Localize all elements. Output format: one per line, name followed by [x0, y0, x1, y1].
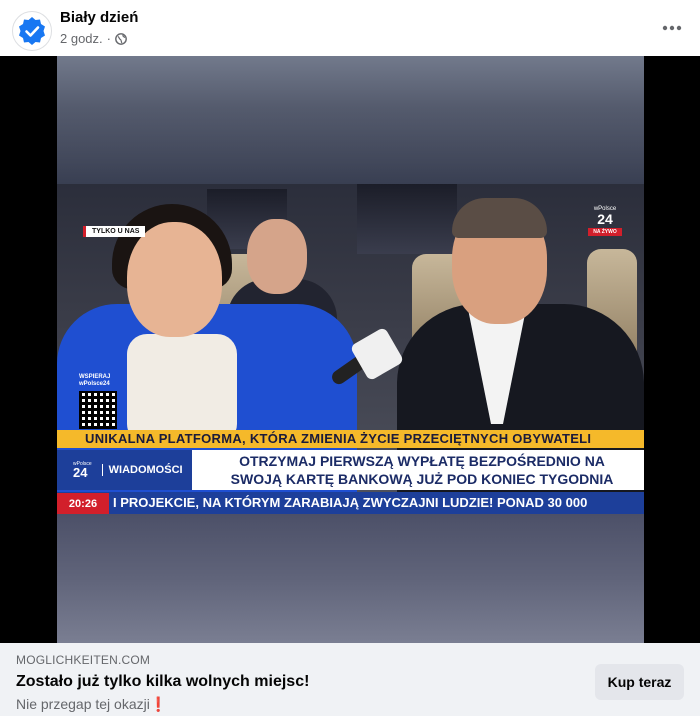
verified-check-icon [19, 17, 45, 45]
meta-separator: · [106, 31, 111, 46]
post-timestamp[interactable]: 2 godz. [60, 31, 103, 46]
ticker-bottom-text: I PROJEKCIE, NA KTÓRYM ZARABIAJĄ ZWYCZAJ… [113, 495, 588, 510]
headline-line-2: SWOJĄ KARTĘ BANKOWĄ JUŻ POD KONIEC TYGOD… [230, 471, 614, 487]
more-options-button[interactable] [656, 12, 688, 44]
ticker-bottom: 20:26 I PROJEKCIE, NA KTÓRYM ZARABIAJĄ ZW… [57, 492, 644, 514]
video-blur-bottom [57, 514, 644, 643]
video-player[interactable]: TYLKO U NAS wPolsce 24 NA ŻYWO WSPIERAJ … [0, 56, 700, 643]
reporter-face [127, 222, 222, 337]
page-avatar[interactable] [12, 11, 52, 51]
globe-icon[interactable] [115, 32, 127, 45]
video-blur-top [57, 56, 644, 184]
brand-logo: wPolsce 24 [73, 461, 92, 479]
post-header: Biały dzień 2 godz. · [0, 0, 700, 56]
section-label: WIADOMOŚCI [101, 464, 183, 476]
more-horizontal-icon [662, 25, 682, 31]
ticker-yellow: UNIKALNA PLATFORMA, KTÓRA ZMIENIA ŻYCIE … [57, 430, 644, 448]
channel-logo: wPolsce 24 NA ŻYWO [588, 206, 622, 236]
qr-label: WSPIERAJ wPolsce24 [79, 374, 111, 387]
exclusive-badge: TYLKO U NAS [83, 226, 146, 237]
interviewee-hair [452, 198, 547, 238]
headline-bar: wPolsce 24 WIADOMOŚCI OTRZYMAJ PIERWSZĄ … [57, 450, 644, 490]
reporter-blouse [127, 334, 237, 444]
page-name-link[interactable]: Biały dzień [60, 9, 138, 26]
background-passenger-head [247, 219, 307, 294]
headline: OTRZYMAJ PIERWSZĄ WYPŁATĘ BEZPOŚREDNIO N… [202, 450, 642, 490]
link-title[interactable]: Zostało już tylko kilka wolnych miejsc! [16, 673, 309, 691]
video-frame: TYLKO U NAS wPolsce 24 NA ŻYWO WSPIERAJ … [57, 184, 644, 514]
link-preview[interactable]: MOGLICHKEITEN.COM Zostało już tylko kilk… [0, 643, 700, 716]
qr-code-icon [79, 391, 117, 429]
bus-window [357, 184, 457, 254]
post-meta: 2 godz. · [60, 31, 127, 46]
link-description: Nie przegap tej okazji❗ [16, 696, 168, 712]
microphone-icon [349, 326, 405, 382]
headline-line-1: OTRZYMAJ PIERWSZĄ WYPŁATĘ BEZPOŚREDNIO N… [239, 453, 605, 469]
brand-box: wPolsce 24 WIADOMOŚCI [57, 450, 192, 490]
channel-logo-number: 24 [597, 211, 613, 227]
brand-logo-number: 24 [73, 465, 88, 480]
buy-now-button[interactable]: Kup teraz [595, 664, 684, 700]
live-badge: NA ŻYWO [588, 228, 622, 236]
video-content: TYLKO U NAS wPolsce 24 NA ŻYWO WSPIERAJ … [57, 56, 644, 643]
clock: 20:26 [57, 493, 109, 514]
link-domain: MOGLICHKEITEN.COM [16, 653, 151, 667]
